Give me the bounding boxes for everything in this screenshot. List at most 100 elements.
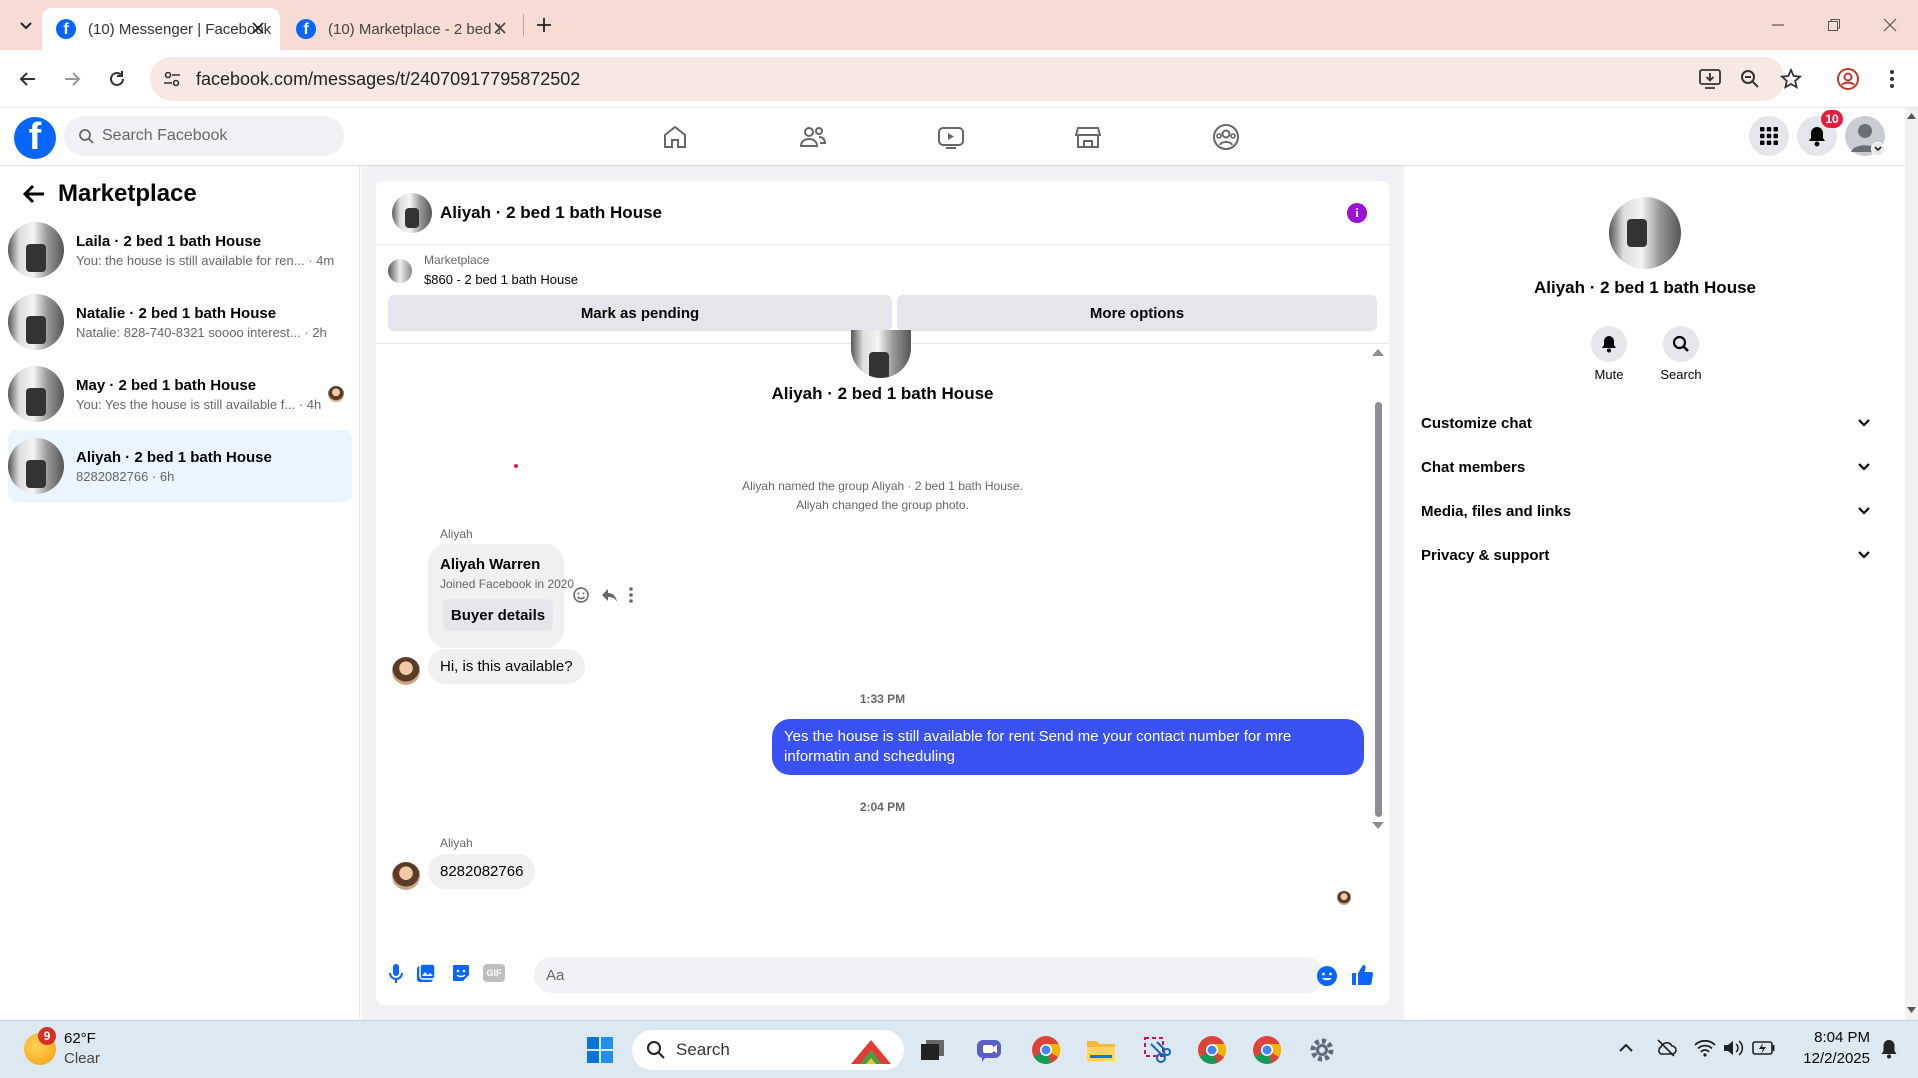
tab-title: (10) Messenger | Facebook [88, 20, 272, 38]
chevron-up-icon[interactable] [1618, 1043, 1634, 1053]
chevron-down-icon [1858, 419, 1870, 427]
close-tab-icon[interactable] [492, 20, 508, 36]
sender-avatar[interactable] [392, 657, 420, 685]
list-item[interactable]: Natalie · 2 bed 1 bath House Natalie: 828… [8, 286, 352, 358]
task-view-icon[interactable] [916, 1033, 950, 1067]
list-item-selected[interactable]: Aliyah · 2 bed 1 bath House 8282082766 · … [8, 430, 352, 502]
buyer-details-button[interactable]: Buyer details [443, 599, 553, 631]
volume-icon[interactable] [1722, 1038, 1744, 1058]
message-input[interactable]: Aa [534, 957, 1324, 993]
scroll-down-icon[interactable] [1372, 822, 1384, 830]
settings-gear-icon[interactable] [1305, 1033, 1339, 1067]
profile-icon[interactable] [1834, 65, 1862, 93]
account-avatar[interactable] [1845, 116, 1885, 156]
mute-bell-icon[interactable] [1591, 326, 1627, 362]
minimize-window-icon[interactable] [1764, 11, 1792, 39]
page-scrollbar[interactable] [1905, 108, 1918, 1020]
microphone-icon[interactable] [388, 963, 404, 985]
incoming-message[interactable]: Hi, is this available? [428, 649, 585, 684]
new-tab-plus-icon[interactable] [530, 11, 558, 39]
clock-date[interactable]: 12/2/2025 [1790, 1050, 1870, 1067]
incoming-message[interactable]: 8282082766 [428, 854, 536, 889]
more-options-button[interactable]: More options [897, 295, 1377, 331]
back-arrow-icon[interactable] [22, 184, 46, 204]
photo-icon[interactable] [416, 963, 436, 983]
notifications-bell-icon[interactable]: 10 [1797, 110, 1843, 156]
friends-icon[interactable] [798, 122, 828, 152]
mute-label: Mute [1594, 367, 1624, 382]
chrome-profile-a-icon[interactable] [1195, 1033, 1229, 1067]
emoji-icon[interactable] [1316, 965, 1338, 987]
close-tab-icon[interactable] [250, 20, 266, 36]
tab-marketplace[interactable]: f (10) Marketplace - 2 bed 1 bath [282, 8, 522, 50]
zoom-icon[interactable] [1740, 69, 1760, 89]
list-item[interactable]: Laila · 2 bed 1 bath House You: the house… [8, 214, 352, 286]
chat-panel: Aliyah · 2 bed 1 bath House i Marketplac… [376, 181, 1389, 1005]
taskbar-search[interactable]: Search [632, 1030, 904, 1070]
listing-label: Marketplace [424, 253, 490, 267]
chat-members-row[interactable]: Chat members [1421, 445, 1871, 489]
react-emoji-icon[interactable] [572, 586, 590, 604]
privacy-support-row[interactable]: Privacy & support [1421, 533, 1871, 577]
chat-header: Aliyah · 2 bed 1 bath House i [376, 181, 1389, 245]
chat-app-icon[interactable] [973, 1033, 1007, 1067]
watch-video-icon[interactable] [936, 122, 966, 152]
red-dot [514, 464, 518, 468]
section-label: Customize chat [1421, 414, 1532, 432]
outgoing-message[interactable]: Yes the house is still available for ren… [772, 719, 1364, 775]
listing-title[interactable]: $860 - 2 bed 1 bath House [424, 272, 578, 287]
chat-info-pane: Aliyah · 2 bed 1 bath House Mute Search … [1405, 181, 1885, 1005]
avatar [8, 438, 64, 494]
browser-menu-icon[interactable] [1878, 65, 1906, 93]
search-icon[interactable] [1663, 326, 1699, 362]
list-item[interactable]: May · 2 bed 1 bath House You: Yes the hou… [8, 358, 352, 430]
chat-title[interactable]: Aliyah · 2 bed 1 bath House [440, 203, 662, 223]
account-chevron-icon [1871, 142, 1885, 156]
tab-search-chevron-icon[interactable] [12, 11, 40, 39]
back-arrow-icon[interactable] [14, 65, 42, 93]
media-files-links-row[interactable]: Media, files and links [1421, 489, 1871, 533]
windows-start-icon[interactable] [583, 1033, 617, 1067]
avatar[interactable] [392, 192, 432, 233]
restore-window-icon[interactable] [1820, 11, 1848, 39]
wifi-icon[interactable] [1694, 1038, 1716, 1058]
file-explorer-icon[interactable] [1084, 1033, 1118, 1067]
forward-arrow-icon[interactable] [58, 65, 86, 93]
groups-icon[interactable] [1211, 122, 1241, 152]
chrome-icon[interactable] [1029, 1033, 1063, 1067]
facebook-header: f Search Facebook 10 [0, 108, 1905, 166]
reload-icon[interactable] [103, 65, 131, 93]
marketplace-icon[interactable] [1073, 122, 1103, 152]
search-highlight-icon [851, 1040, 891, 1064]
home-icon[interactable] [660, 122, 690, 152]
tab-messenger[interactable]: f (10) Messenger | Facebook [42, 8, 280, 50]
cloud-offline-icon[interactable] [1655, 1038, 1677, 1058]
weather-condition: Clear [64, 1050, 100, 1067]
site-settings-icon[interactable] [162, 69, 182, 89]
chat-scrollbar-thumb[interactable] [1375, 402, 1382, 817]
facebook-logo-icon[interactable]: f [14, 117, 56, 159]
weather-temp[interactable]: 62°F [64, 1030, 96, 1047]
conversation-preview: You: the house is still available for re… [76, 252, 335, 268]
customize-chat-row[interactable]: Customize chat [1421, 401, 1871, 445]
search-input[interactable]: Search Facebook [64, 116, 344, 156]
bookmark-star-icon[interactable] [1780, 68, 1802, 90]
menu-grid-icon[interactable] [1749, 116, 1789, 156]
install-app-icon[interactable] [1698, 68, 1722, 90]
scroll-up-icon[interactable] [1372, 348, 1384, 356]
close-window-icon[interactable] [1876, 11, 1904, 39]
gif-icon[interactable]: GIF [483, 964, 505, 982]
mark-as-pending-button[interactable]: Mark as pending [388, 295, 892, 331]
like-thumb-icon[interactable] [1350, 963, 1374, 987]
chrome-profile-b-icon[interactable] [1250, 1033, 1284, 1067]
url-field[interactable]: facebook.com/messages/t/2407091779587250… [150, 57, 1802, 101]
info-icon[interactable]: i [1347, 203, 1367, 223]
sticker-icon[interactable] [451, 963, 471, 983]
tab-divider [523, 14, 524, 36]
battery-charging-icon[interactable] [1752, 1039, 1776, 1057]
notification-bell-icon[interactable] [1880, 1038, 1898, 1060]
reply-icon[interactable] [600, 586, 618, 604]
clock-time[interactable]: 8:04 PM [1790, 1029, 1870, 1046]
snipping-tool-icon[interactable] [1140, 1033, 1174, 1067]
sender-avatar[interactable] [392, 862, 420, 890]
